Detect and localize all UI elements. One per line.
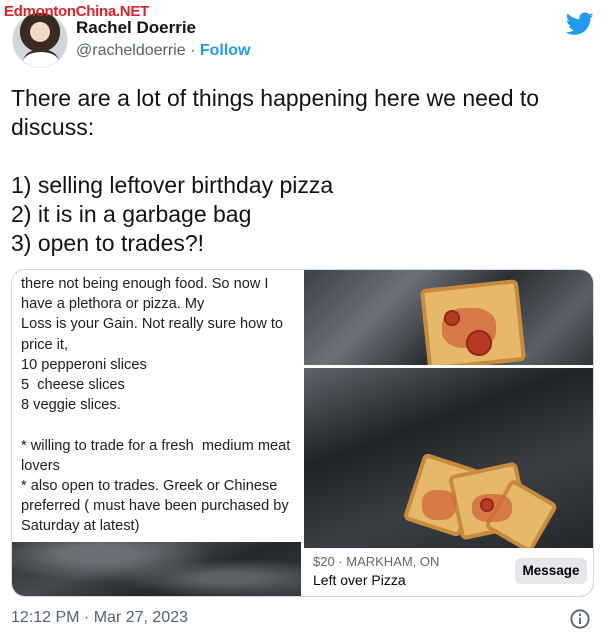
follow-button[interactable]: Follow [200, 42, 251, 59]
info-icon[interactable] [569, 608, 591, 630]
listing-price-location: $20 · MARKHAM, ON [313, 554, 440, 569]
listing-screenshot[interactable]: there not being enough food. So now I ha… [12, 270, 301, 596]
pepperoni [480, 498, 494, 512]
marketplace-card[interactable]: $20 · MARKHAM, ON Left over Pizza Messag… [304, 548, 593, 596]
avatar[interactable] [12, 12, 68, 68]
tweet-timestamp[interactable]: 12:12 PM · Mar 27, 2023 [11, 609, 188, 627]
handle-separator: · [185, 42, 200, 59]
watermark: EdmontonChina.NET [4, 3, 149, 20]
author-name[interactable]: Rachel Doerrie [76, 18, 196, 38]
author-handle-row: @racheldoerrie · Follow [76, 42, 251, 60]
pizza-sauce [422, 490, 456, 520]
pizza-photo-bottom[interactable]: $20 · MARKHAM, ON Left over Pizza Messag… [304, 368, 593, 596]
listing-title: Left over Pizza [313, 572, 406, 588]
pepperoni [444, 310, 460, 326]
listing-description: there not being enough food. So now I ha… [21, 276, 291, 535]
pizza-photo-top[interactable] [304, 270, 593, 365]
tweet-media[interactable]: there not being enough food. So now I ha… [11, 269, 594, 597]
author-handle[interactable]: @racheldoerrie [76, 42, 186, 59]
tweet-text: There are a lot of things happening here… [11, 85, 540, 256]
pepperoni [466, 330, 492, 356]
garbage-bag-image [12, 542, 301, 596]
twitter-bird-icon[interactable] [566, 12, 594, 36]
message-button[interactable]: Message [515, 558, 587, 584]
